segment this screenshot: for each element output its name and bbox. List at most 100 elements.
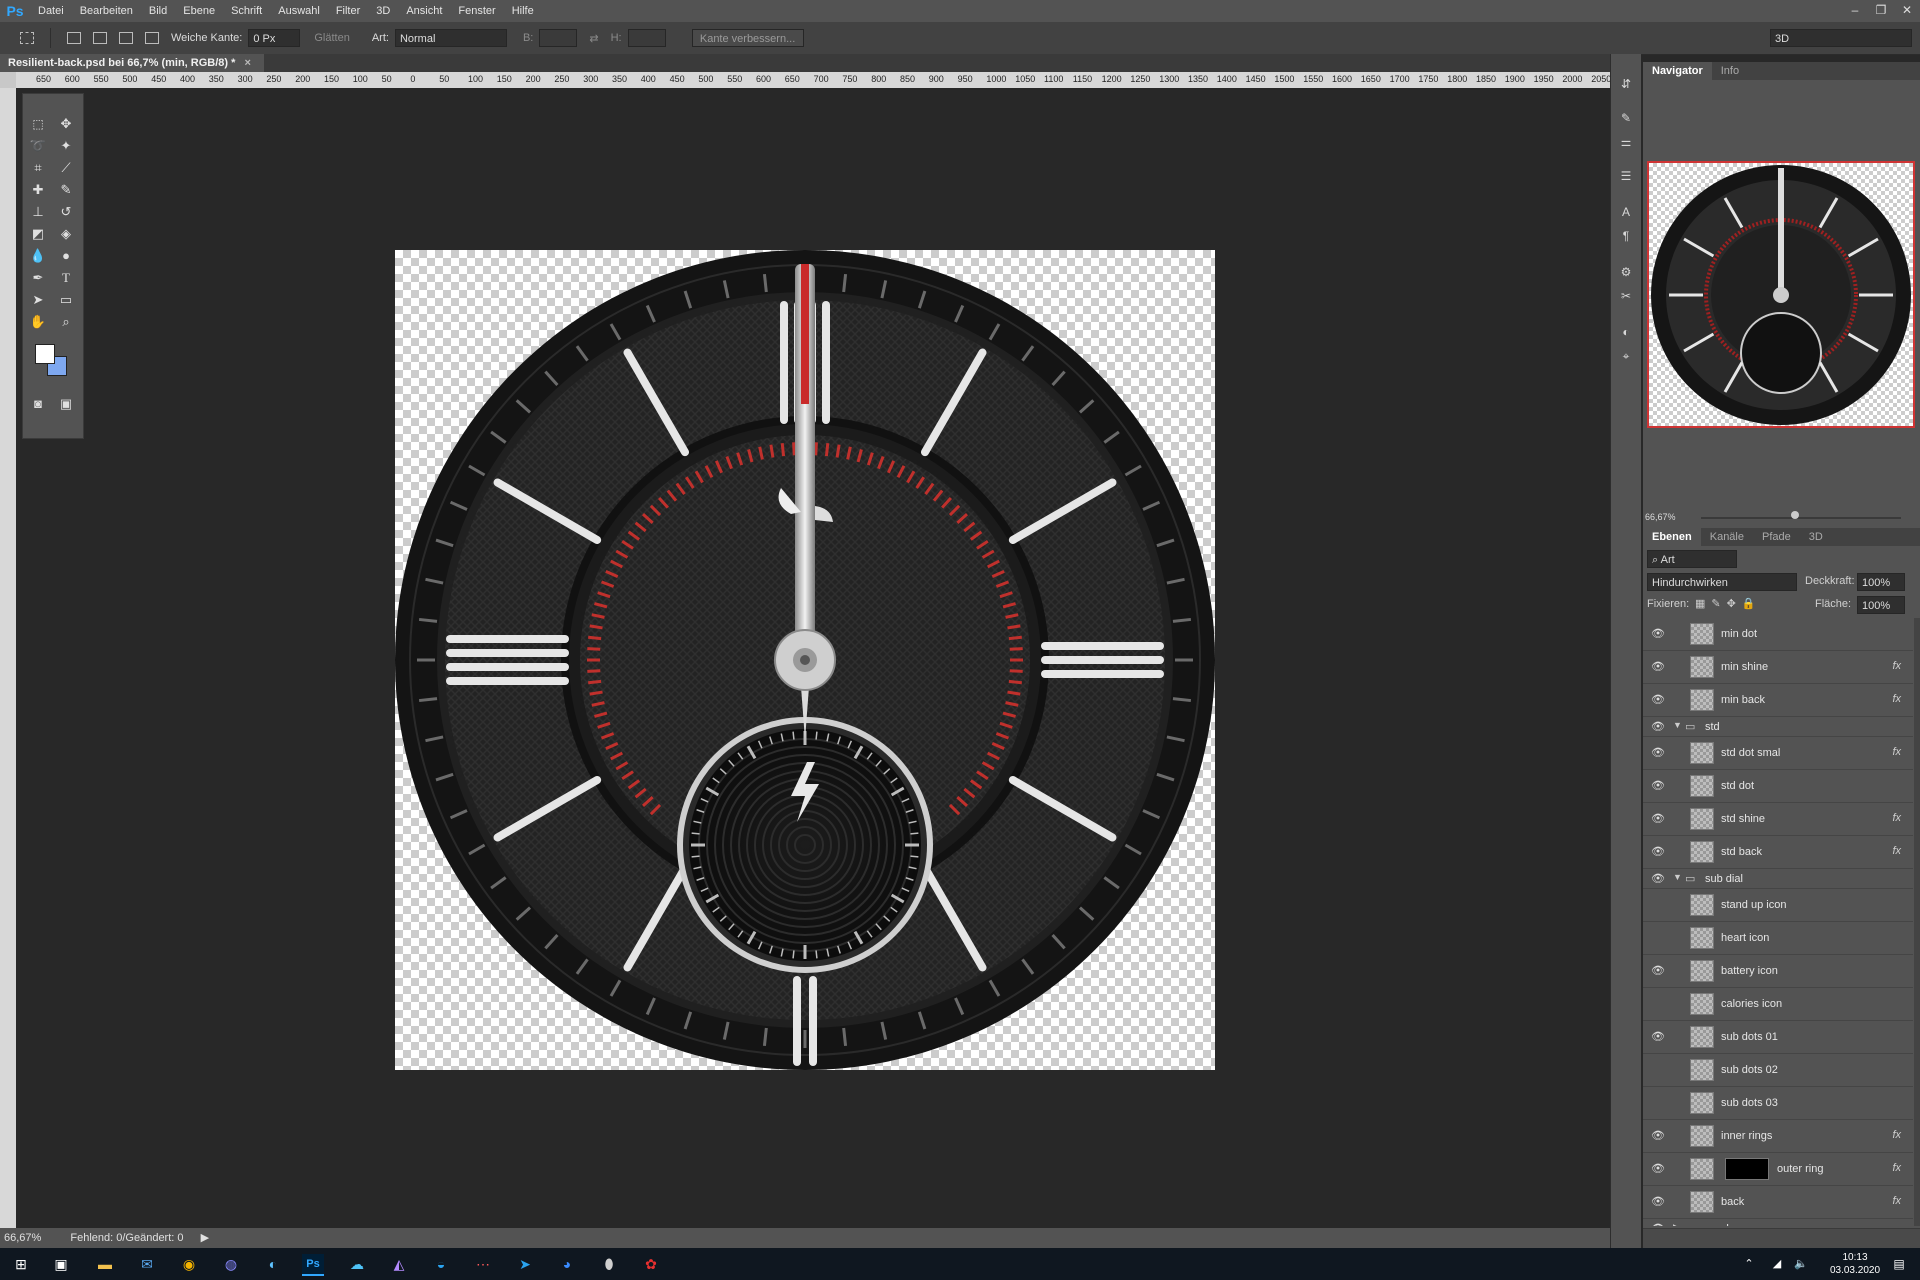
clone-stamp-icon[interactable]: ⊥ <box>27 202 49 222</box>
layer-row[interactable]: 👁 std dot <box>1643 770 1913 803</box>
chrome-icon[interactable]: ◉ <box>178 1254 200 1274</box>
path-select-icon[interactable]: ➤ <box>27 290 49 310</box>
layer-group-row[interactable]: 👁 ▶ ▭ numbers <box>1643 1219 1913 1226</box>
layer-filter-select[interactable]: ⌕ Art <box>1647 550 1737 568</box>
pen-tool-icon[interactable]: ✒ <box>27 268 49 288</box>
document-tab[interactable]: Resilient-back.psd bei 66,7% (min, RGB/8… <box>0 54 264 72</box>
brush-tool-icon[interactable]: ✎ <box>55 180 77 200</box>
layer-row[interactable]: 👁 std dot smal fx <box>1643 737 1913 770</box>
eyedropper-icon[interactable]: ⟋ <box>55 158 77 178</box>
new-selection-icon[interactable] <box>67 32 81 44</box>
volume-icon[interactable]: 🔈 <box>1790 1254 1812 1274</box>
app-icon-1[interactable]: ◍ <box>220 1254 242 1274</box>
tab-3d[interactable]: 3D <box>1800 528 1832 546</box>
telegram-icon[interactable]: ➤ <box>514 1254 536 1274</box>
close-button[interactable]: ✕ <box>1894 0 1920 22</box>
zoom-slider[interactable] <box>1701 517 1901 519</box>
zoom-level[interactable]: 66,67% <box>4 1232 41 1244</box>
layer-effects-icon[interactable]: fx <box>1892 746 1901 758</box>
visibility-eye-icon[interactable]: 👁 <box>1651 964 1665 978</box>
menu-item[interactable]: Hilfe <box>504 0 542 22</box>
visibility-eye-icon[interactable]: 👁 <box>1651 746 1665 760</box>
visibility-eye-icon[interactable]: 👁 <box>1651 1129 1665 1143</box>
layer-effects-icon[interactable]: fx <box>1892 812 1901 824</box>
type-tool-icon[interactable]: T <box>55 268 77 288</box>
style-select[interactable]: Normal <box>394 29 507 47</box>
visibility-eye-icon[interactable] <box>1651 931 1665 945</box>
move-tool-icon[interactable]: ✥ <box>55 114 77 134</box>
fill-input[interactable]: 100% <box>1857 596 1905 614</box>
marquee-tool-icon[interactable] <box>20 32 34 44</box>
menu-item[interactable]: Bild <box>141 0 175 22</box>
ruler-corner[interactable] <box>0 72 16 88</box>
app-icon-2[interactable]: ◐ <box>262 1254 284 1274</box>
document-canvas[interactable] <box>395 250 1215 1070</box>
visibility-eye-icon[interactable] <box>1651 1096 1665 1110</box>
layer-row[interactable]: 👁 inner rings fx <box>1643 1120 1913 1153</box>
app-icon-4[interactable]: ◒ <box>430 1254 452 1274</box>
subtract-selection-icon[interactable] <box>119 32 133 44</box>
blur-tool-icon[interactable]: 💧 <box>27 246 49 266</box>
app-icon-3[interactable]: ◭ <box>388 1254 410 1274</box>
menu-item[interactable]: Filter <box>328 0 368 22</box>
layer-group-row[interactable]: 👁 ▼ ▭ std <box>1643 717 1913 737</box>
menu-item[interactable]: Fenster <box>450 0 503 22</box>
huawei-icon[interactable]: ✿ <box>640 1254 662 1274</box>
zoom-slider-handle[interactable] <box>1791 511 1799 519</box>
visibility-eye-icon[interactable] <box>1651 1063 1665 1077</box>
visibility-eye-icon[interactable]: 👁 <box>1651 693 1665 707</box>
vertical-ruler[interactable] <box>0 88 16 1228</box>
task-view-icon[interactable]: ▣ <box>50 1254 72 1274</box>
layer-effects-icon[interactable]: fx <box>1892 1129 1901 1141</box>
tab-info[interactable]: Info <box>1712 62 1748 80</box>
layer-row[interactable]: stand up icon <box>1643 889 1913 922</box>
brush-panel-icon[interactable]: ✎ <box>1617 110 1635 126</box>
visibility-eye-icon[interactable]: 👁 <box>1651 1195 1665 1209</box>
properties-icon[interactable]: ☰ <box>1617 168 1635 184</box>
status-arrow-icon[interactable]: ▶ <box>201 1232 209 1244</box>
menu-item[interactable]: Bearbeiten <box>72 0 141 22</box>
menu-item[interactable]: Ansicht <box>398 0 450 22</box>
intersect-selection-icon[interactable] <box>145 32 159 44</box>
close-tab-icon[interactable]: × <box>244 57 250 69</box>
visibility-eye-icon[interactable]: 👁 <box>1651 845 1665 859</box>
feather-input[interactable]: 0 Px <box>248 29 301 47</box>
history-icon[interactable]: ⇵ <box>1617 76 1635 92</box>
height-input[interactable] <box>627 29 666 47</box>
layer-row[interactable]: 👁 std shine fx <box>1643 803 1913 836</box>
swap-icon[interactable]: ⇄ <box>583 32 604 45</box>
shape-tool-icon[interactable]: ▭ <box>55 290 77 310</box>
cloud-icon[interactable]: ☁ <box>346 1254 368 1274</box>
opacity-input[interactable]: 100% <box>1857 573 1905 591</box>
adjustments-icon[interactable]: ⚌ <box>1617 134 1635 150</box>
timeline-icon[interactable]: ⌖ <box>1617 348 1635 364</box>
quick-mask-icon[interactable]: ◙ <box>27 394 49 414</box>
blend-mode-select[interactable]: Hindurchwirken <box>1647 573 1797 591</box>
visibility-eye-icon[interactable]: 👁 <box>1651 720 1665 734</box>
lasso-tool-icon[interactable]: ➰ <box>27 136 49 156</box>
layer-group-row[interactable]: 👁 ▼ ▭ sub dial <box>1643 869 1913 889</box>
layer-row[interactable]: 👁 min shine fx <box>1643 651 1913 684</box>
mail-icon[interactable]: ✉ <box>136 1254 158 1274</box>
tab-paths[interactable]: Pfade <box>1753 528 1800 546</box>
layer-effects-icon[interactable]: fx <box>1892 660 1901 672</box>
visibility-eye-icon[interactable]: 👁 <box>1651 872 1665 886</box>
layer-row[interactable]: sub dots 03 <box>1643 1087 1913 1120</box>
tray-chevron-icon[interactable]: ⌃ <box>1738 1254 1760 1274</box>
layers-scrollbar[interactable] <box>1914 618 1920 1226</box>
clock[interactable]: 10:13 03.03.2020 <box>1820 1251 1890 1277</box>
lock-icons[interactable]: ▦✎✥🔒 <box>1695 597 1762 610</box>
add-selection-icon[interactable] <box>93 32 107 44</box>
app-icon-5[interactable]: ⋯ <box>472 1254 494 1274</box>
group-toggle-icon[interactable]: ▼ <box>1673 720 1682 730</box>
messenger-icon[interactable]: ◕ <box>556 1254 578 1274</box>
width-input[interactable] <box>539 29 578 47</box>
layer-row[interactable]: 👁 outer ring fx <box>1643 1153 1913 1186</box>
restore-button[interactable]: ❐ <box>1868 0 1894 22</box>
crop-tool-icon[interactable]: ⌗ <box>27 158 49 178</box>
screen-mode-icon[interactable]: ▣ <box>55 394 77 414</box>
visibility-eye-icon[interactable]: 👁 <box>1651 1162 1665 1176</box>
menu-item[interactable]: Auswahl <box>270 0 328 22</box>
refine-edge-button[interactable]: Kante verbessern... <box>691 29 804 47</box>
paint-bucket-icon[interactable]: ◈ <box>55 224 77 244</box>
